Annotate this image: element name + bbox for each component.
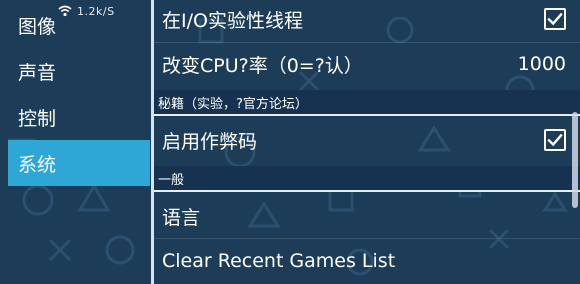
network-speed: 1.2k/S — [77, 4, 115, 18]
section-header-label: 一般 — [158, 172, 185, 188]
cpu-clock-value: 1000 — [517, 53, 566, 75]
io-thread-setting[interactable]: 在I/O实验性线程 — [154, 0, 580, 38]
cpu-clock-setting[interactable]: 改变CPU?率（0=?认） 1000 — [154, 44, 580, 84]
row-separator — [154, 238, 580, 239]
scrollbar[interactable] — [572, 112, 578, 208]
row-separator — [154, 42, 580, 43]
section-divider — [154, 114, 580, 116]
setting-label: Clear Recent Games List — [162, 250, 396, 272]
section-header-general: 一般 — [154, 166, 580, 190]
section-header-cheats: 秘籍（实验，?官方论坛） — [154, 90, 580, 114]
setting-label: 改变CPU?率（0=?认） — [162, 54, 363, 77]
language-setting[interactable]: 语言 — [154, 196, 580, 236]
setting-label: 语言 — [162, 206, 201, 229]
sidebar-item-label: 图像 — [18, 15, 57, 38]
clear-recent-games-button[interactable]: Clear Recent Games List — [154, 240, 580, 282]
enable-cheats-checkbox[interactable] — [544, 129, 566, 151]
sidebar-item-controls[interactable]: 控制 — [8, 94, 150, 140]
sidebar-divider — [151, 0, 154, 284]
settings-list: 在I/O实验性线程 改变CPU?率（0=?认） 1000 秘籍（实验，?官方论坛… — [154, 0, 580, 284]
sidebar-item-label: 系统 — [18, 153, 57, 176]
sidebar-item-label: 控制 — [18, 107, 57, 130]
setting-label: 在I/O实验性线程 — [162, 9, 303, 32]
sidebar-item-audio[interactable]: 声音 — [8, 48, 150, 94]
sidebar-item-system[interactable]: 系统 — [8, 140, 150, 186]
io-thread-checkbox[interactable] — [544, 8, 566, 30]
status-overlay: 1.2k/S — [58, 2, 128, 20]
checkmark-icon — [547, 12, 563, 26]
section-header-label: 秘籍（实验，?官方论坛） — [158, 96, 308, 112]
wifi-icon — [58, 2, 72, 21]
sidebar: 图像 声音 控制 系统 — [0, 0, 151, 284]
checkmark-icon — [547, 133, 563, 147]
section-divider — [154, 190, 580, 192]
setting-label: 启用作弊码 — [162, 130, 258, 153]
enable-cheats-setting[interactable]: 启用作弊码 — [154, 118, 580, 162]
sidebar-item-label: 声音 — [18, 61, 57, 84]
